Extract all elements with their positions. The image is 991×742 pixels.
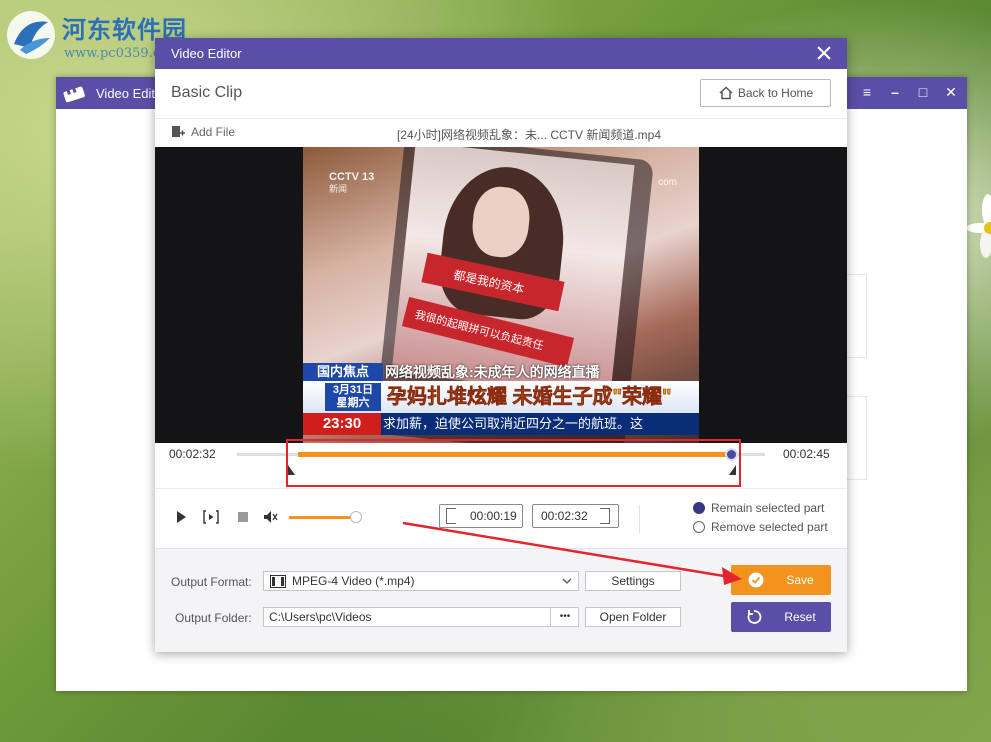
- trim-bar: 00:02:32 00:02:45: [155, 439, 847, 488]
- output-format-label: Output Format:: [171, 575, 252, 589]
- channel-corner-text: com: [658, 177, 677, 188]
- browse-button[interactable]: •••: [550, 608, 579, 626]
- app-logo-icon: [63, 86, 85, 103]
- dialog-title: Video Editor: [171, 46, 242, 61]
- watermark-url: www.pc0359.cn: [64, 46, 169, 61]
- clip-end-value: 00:02:32: [541, 509, 588, 523]
- section-title: Basic Clip: [171, 84, 243, 101]
- video-editor-dialog: Video Editor Basic Clip Back to Home Add…: [155, 38, 847, 652]
- video-file-icon: [270, 575, 286, 588]
- bracket-left-icon: [446, 508, 456, 524]
- playback-controls: 00:00:19 00:02:32 Remain selected part R…: [155, 488, 847, 548]
- open-folder-button[interactable]: Open Folder: [585, 607, 681, 627]
- close-icon[interactable]: [815, 44, 833, 62]
- news-date: 3月31日 星期六: [325, 383, 381, 411]
- reset-icon: [747, 610, 762, 624]
- minimize-icon[interactable]: –: [887, 83, 903, 101]
- save-button[interactable]: Save: [731, 565, 831, 595]
- clip-end-field[interactable]: 00:02:32: [532, 504, 619, 528]
- output-folder-field[interactable]: C:\Users\pc\Videos •••: [263, 607, 579, 627]
- window-close-icon[interactable]: ✕: [943, 83, 959, 101]
- back-to-home-label: Back to Home: [737, 86, 814, 100]
- output-panel: Output Format: MPEG-4 Video (*.mp4) Sett…: [155, 548, 847, 652]
- chevron-down-icon: [562, 578, 572, 584]
- output-format-value: MPEG-4 Video (*.mp4): [292, 574, 415, 588]
- file-bar: Add File [24小时]网络视频乱象：未... CCTV 新闻频道.mp4: [155, 119, 847, 147]
- add-file-icon: [172, 126, 185, 137]
- play-icon[interactable]: [173, 509, 189, 525]
- radio-remove-dot: [693, 521, 705, 533]
- dialog-header: Basic Clip Back to Home: [155, 69, 847, 119]
- file-name: [24小时]网络视频乱象：未... CCTV 新闻频道.mp4: [397, 128, 662, 142]
- news-ticker-top: 国内焦点 网络视频乱象:未成年人的网络直播: [303, 363, 699, 381]
- output-folder-value: C:\Users\pc\Videos: [269, 610, 372, 624]
- flower-decoration: [966, 194, 991, 258]
- clip-start-value: 00:00:19: [470, 509, 517, 523]
- add-file-label: Add File: [191, 125, 236, 139]
- output-format-select[interactable]: MPEG-4 Video (*.mp4): [263, 571, 579, 591]
- reset-button[interactable]: Reset: [731, 602, 831, 632]
- settings-button[interactable]: Settings: [585, 571, 681, 591]
- video-frame: 都是我的资本 我很的起眼拼可以负起责任 CCTV 13 新闻 com 国内焦点 …: [303, 147, 699, 443]
- trim-start-time: 00:02:32: [169, 447, 216, 461]
- volume-slider[interactable]: [289, 516, 356, 519]
- reset-label: Reset: [784, 610, 816, 624]
- stop-icon[interactable]: [235, 509, 251, 525]
- clip-start-field[interactable]: 00:00:19: [439, 504, 523, 528]
- play-selection-icon[interactable]: [203, 509, 219, 525]
- radio-remain[interactable]: Remain selected part: [693, 501, 824, 515]
- dialog-titlebar: Video Editor: [155, 38, 847, 69]
- news-caption: 孕妈扎堆炫耀 未婚生子成"荣耀": [387, 386, 672, 409]
- news-headline: 网络视频乱象:未成年人的网络直播: [385, 364, 600, 380]
- back-to-home-button[interactable]: Back to Home: [700, 79, 831, 107]
- save-label: Save: [786, 573, 814, 587]
- radio-remove-label: Remove selected part: [711, 520, 828, 534]
- trim-end-time: 00:02:45: [783, 447, 830, 461]
- radio-remain-dot: [693, 502, 705, 514]
- news-ticker-main: 3月31日 星期六 孕妈扎堆炫耀 未婚生子成"荣耀": [303, 381, 699, 413]
- news-tag: 国内焦点: [303, 363, 383, 381]
- output-folder-label: Output Folder:: [175, 611, 252, 625]
- watermark-logo-icon: [7, 11, 55, 59]
- menu-icon[interactable]: ≡: [859, 83, 875, 101]
- news-ticker-bottom: 23:30 求加薪，迫使公司取消近四分之一的航班。这: [303, 413, 699, 435]
- maximize-icon[interactable]: □: [915, 83, 931, 101]
- volume-icon[interactable]: [263, 509, 279, 525]
- highlight-box: [286, 439, 741, 487]
- news-clock: 23:30: [303, 413, 381, 435]
- radio-remain-label: Remain selected part: [711, 501, 825, 515]
- volume-knob[interactable]: [349, 511, 362, 523]
- news-scroll-text: 求加薪，迫使公司取消近四分之一的航班。这: [383, 416, 644, 431]
- check-icon: [748, 572, 764, 588]
- radio-remove[interactable]: Remove selected part: [693, 520, 828, 534]
- video-player[interactable]: 都是我的资本 我很的起眼拼可以负起责任 CCTV 13 新闻 com 国内焦点 …: [155, 147, 847, 443]
- add-file-button[interactable]: Add File: [171, 125, 235, 139]
- channel-logo: CCTV 13 新闻: [329, 171, 375, 194]
- home-icon: [719, 86, 733, 100]
- bracket-right-icon: [600, 508, 610, 524]
